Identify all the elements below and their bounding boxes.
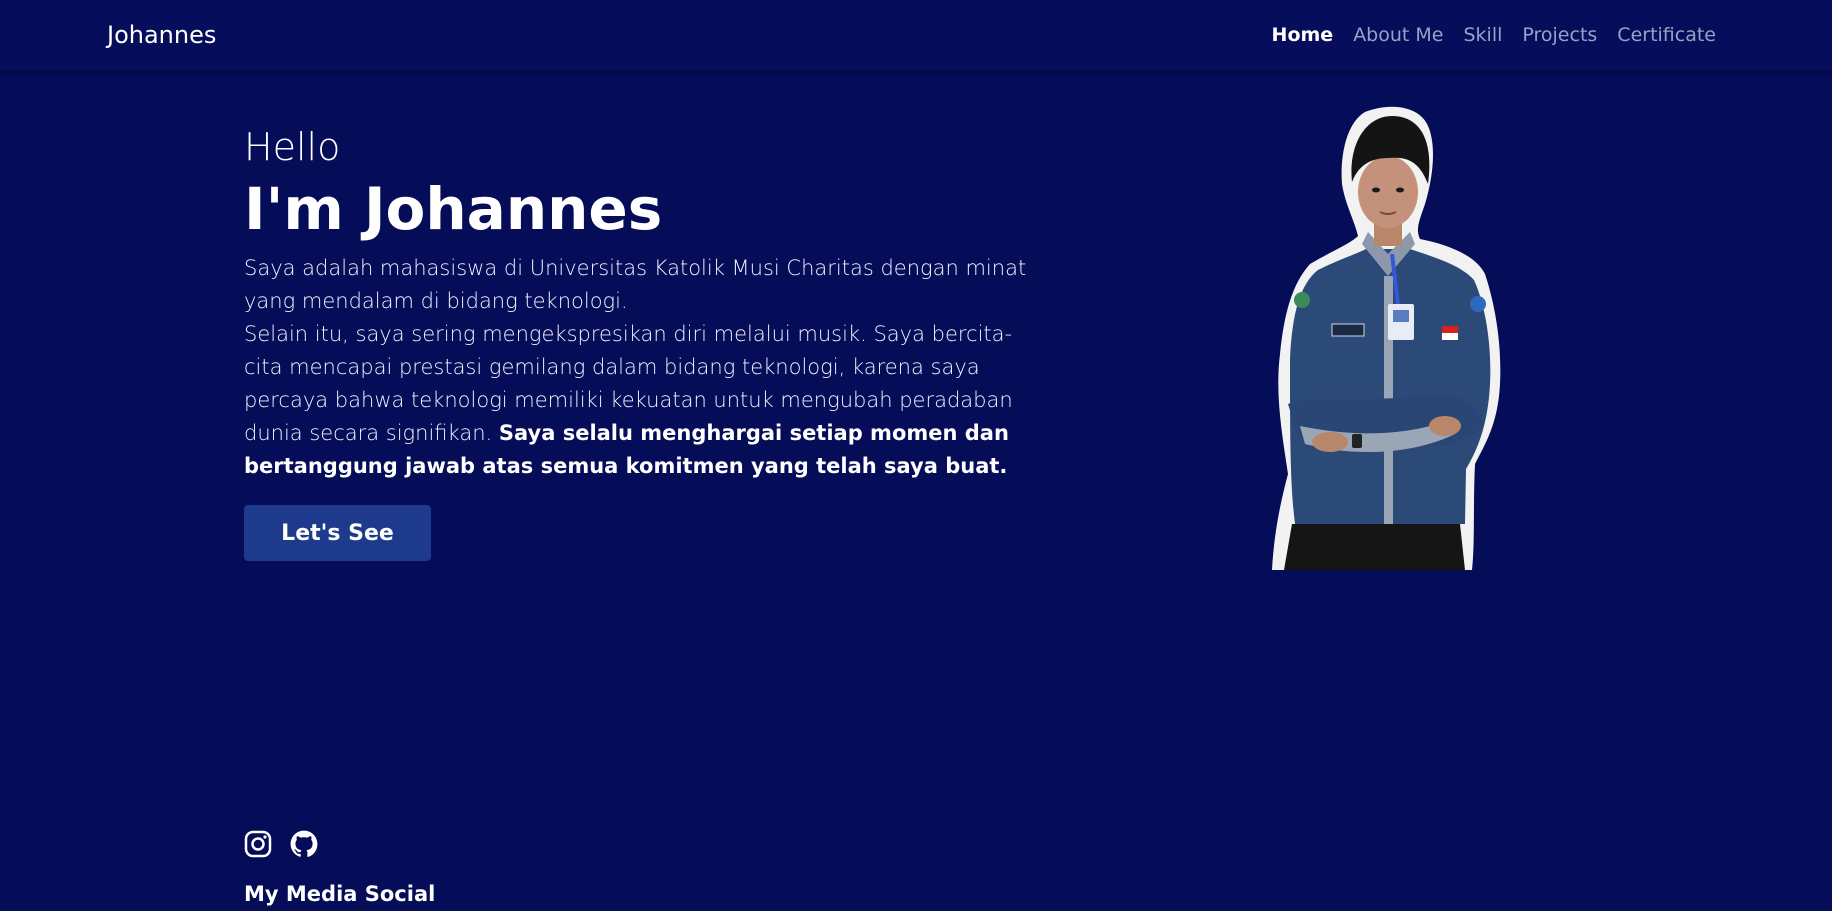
nav-link-about-me[interactable]: About Me: [1353, 20, 1443, 50]
instagram-icon[interactable]: [244, 830, 272, 858]
nav-menu: Home About Me Skill Projects Certificate: [1272, 20, 1716, 50]
social-links: [244, 830, 318, 858]
profile-photo: [1272, 106, 1501, 570]
hero-bio: Saya adalah mahasiswa di Universitas Kat…: [244, 252, 1044, 483]
hero-headline: I'm Johannes: [244, 175, 663, 243]
hero-section: Hello I'm Johannes Saya adalah mahasiswa…: [244, 122, 1044, 561]
lets-see-button[interactable]: Let's See: [244, 505, 431, 561]
navbar: Johannes Home About Me Skill Projects Ce…: [0, 0, 1832, 70]
nav-link-skill[interactable]: Skill: [1463, 20, 1502, 50]
hero-greeting: Hello: [244, 125, 341, 169]
bio-text-1: Saya adalah mahasiswa di Universitas Kat…: [244, 256, 1027, 313]
nav-link-certificate[interactable]: Certificate: [1617, 20, 1716, 50]
github-icon[interactable]: [290, 830, 318, 858]
nav-link-home[interactable]: Home: [1272, 20, 1334, 50]
brand-logo[interactable]: Johannes: [107, 20, 216, 50]
social-title: My Media Social: [244, 882, 436, 906]
nav-link-projects[interactable]: Projects: [1522, 20, 1597, 50]
